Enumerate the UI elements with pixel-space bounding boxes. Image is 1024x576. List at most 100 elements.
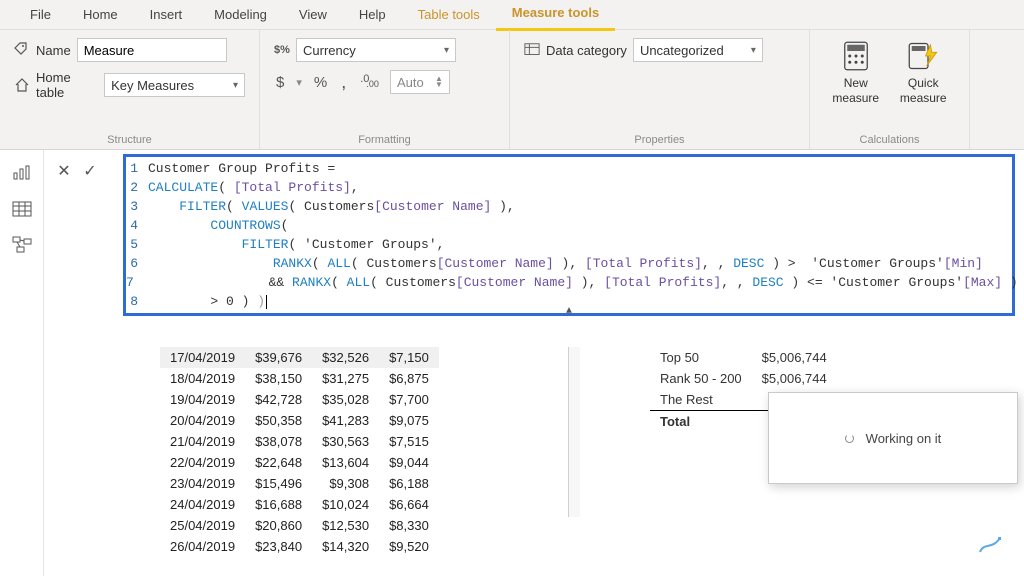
cell: $7,150	[379, 347, 439, 368]
code-line[interactable]: 4 COUNTROWS(	[126, 216, 1012, 235]
cell: 19/04/2019	[160, 389, 245, 410]
formula-editor[interactable]: 1Customer Group Profits =2CALCULATE( [To…	[124, 155, 1014, 315]
thousands-separator-button[interactable]: ,	[339, 72, 348, 93]
cell: 23/04/2019	[160, 473, 245, 494]
table-row[interactable]: 24/04/2019$16,688$10,024$6,664	[160, 494, 439, 515]
help-floater-icon[interactable]	[978, 536, 1002, 560]
report-view-button[interactable]	[8, 162, 36, 184]
cell: $6,188	[379, 473, 439, 494]
table-row[interactable]: 26/04/2019$23,840$14,320$9,520	[160, 536, 439, 557]
table-row[interactable]: 21/04/2019$38,078$30,563$7,515	[160, 431, 439, 452]
structure-group-label: Structure	[14, 130, 245, 149]
cell: 21/04/2019	[160, 431, 245, 452]
cell: $23,840	[245, 536, 312, 557]
cell: $9,044	[379, 452, 439, 473]
cell: Total	[650, 411, 752, 433]
spinner-icon	[845, 434, 854, 443]
loading-tooltip: Working on it	[768, 392, 1018, 484]
tab-file[interactable]: File	[14, 0, 67, 30]
ribbon-group-calculations: New measure Quick measure Calculations	[810, 30, 970, 149]
table-row[interactable]: Top 50$5,006,744	[650, 347, 837, 368]
home-icon	[14, 77, 30, 93]
properties-group-label: Properties	[524, 130, 795, 149]
code-line[interactable]: 2CALCULATE( [Total Profits],	[126, 178, 1012, 197]
name-input[interactable]	[77, 38, 227, 62]
cancel-formula-button[interactable]: ✕	[54, 161, 74, 181]
data-category-label: Data category	[546, 43, 627, 58]
new-measure-button[interactable]: New measure	[824, 38, 888, 106]
table-row[interactable]: 23/04/2019$15,496$9,308$6,188	[160, 473, 439, 494]
cell: $14,320	[312, 536, 379, 557]
cell: $9,520	[379, 536, 439, 557]
format-dropdown[interactable]: Currency ▾	[296, 38, 456, 62]
cell: 24/04/2019	[160, 494, 245, 515]
tab-insert[interactable]: Insert	[134, 0, 199, 30]
table-row[interactable]: 18/04/2019$38,150$31,275$6,875	[160, 368, 439, 389]
cell: $38,078	[245, 431, 312, 452]
tab-measure-tools[interactable]: Measure tools	[496, 0, 615, 31]
cell: $22,648	[245, 452, 312, 473]
decimal-button[interactable]: .0.00	[358, 76, 384, 88]
cell: $35,028	[312, 389, 379, 410]
loading-text: Working on it	[866, 431, 942, 446]
view-rail	[0, 150, 44, 576]
cell: $50,358	[245, 410, 312, 431]
cell: $12,530	[312, 515, 379, 536]
visual-divider	[568, 347, 580, 517]
cell: Rank 50 - 200	[650, 368, 752, 389]
home-table-value: Key Measures	[111, 78, 194, 93]
tab-modeling[interactable]: Modeling	[198, 0, 283, 30]
stepper-down-icon[interactable]: ▼	[435, 82, 443, 88]
cell: $5,006,744	[752, 368, 837, 389]
code-line[interactable]: 7 && RANKX( ALL( Customers[Customer Name…	[126, 273, 1012, 292]
cell: $39,676	[245, 347, 312, 368]
ribbon-group-formatting: $% Currency ▾ $ ▾ % , .0.00 Auto	[260, 30, 510, 149]
cell: The Rest	[650, 389, 752, 411]
calculator-icon	[840, 40, 872, 72]
chevron-down-icon: ▾	[444, 45, 449, 56]
code-line[interactable]: 3 FILTER( VALUES( Customers[Customer Nam…	[126, 197, 1012, 216]
cell: 25/04/2019	[160, 515, 245, 536]
chevron-down-icon: ▾	[296, 76, 302, 89]
resize-grip-icon[interactable]: ▲	[566, 302, 572, 321]
cell: $41,283	[312, 410, 379, 431]
tab-home[interactable]: Home	[67, 0, 134, 30]
cell: $7,515	[379, 431, 439, 452]
calculator-lightning-icon	[907, 40, 939, 72]
decimal-places-input[interactable]: Auto ▲ ▼	[390, 70, 450, 94]
table-row[interactable]: 19/04/2019$42,728$35,028$7,700	[160, 389, 439, 410]
code-line[interactable]: 1Customer Group Profits =	[126, 159, 1012, 178]
commit-formula-button[interactable]: ✓	[80, 161, 100, 181]
cell: 18/04/2019	[160, 368, 245, 389]
cell: $9,308	[312, 473, 379, 494]
tab-table-tools[interactable]: Table tools	[402, 0, 496, 30]
cell: $6,664	[379, 494, 439, 515]
ribbon-tabs: File Home Insert Modeling View Help Tabl…	[0, 0, 1024, 30]
table-row[interactable]: Rank 50 - 200$5,006,744	[650, 368, 837, 389]
table-row[interactable]: 17/04/2019$39,676$32,526$7,150	[160, 347, 439, 368]
quick-measure-button[interactable]: Quick measure	[892, 38, 956, 106]
cell: 22/04/2019	[160, 452, 245, 473]
table-row[interactable]: 22/04/2019$22,648$13,604$9,044	[160, 452, 439, 473]
format-value: Currency	[303, 43, 356, 58]
chevron-down-icon: ▾	[751, 45, 756, 56]
ribbon-group-structure: Name Home table Key Measures ▾ Structure	[0, 30, 260, 149]
model-view-button[interactable]	[8, 234, 36, 256]
cell: $32,526	[312, 347, 379, 368]
code-line[interactable]: 5 FILTER( 'Customer Groups',	[126, 235, 1012, 254]
table-row[interactable]: 25/04/2019$20,860$12,530$8,330	[160, 515, 439, 536]
table-row[interactable]: 20/04/2019$50,358$41,283$9,075	[160, 410, 439, 431]
data-category-dropdown[interactable]: Uncategorized ▾	[633, 38, 763, 62]
code-line[interactable]: 6 RANKX( ALL( Customers[Customer Name] )…	[126, 254, 1012, 273]
tab-help[interactable]: Help	[343, 0, 402, 30]
ribbon-group-properties: Data category Uncategorized ▾ Properties	[510, 30, 810, 149]
cell: $31,275	[312, 368, 379, 389]
calculations-group-label: Calculations	[824, 130, 955, 149]
currency-symbol-button[interactable]: $	[274, 74, 286, 91]
data-view-button[interactable]	[8, 198, 36, 220]
cell: $38,150	[245, 368, 312, 389]
home-table-dropdown[interactable]: Key Measures ▾	[104, 73, 245, 97]
percent-button[interactable]: %	[312, 74, 329, 91]
tab-view[interactable]: View	[283, 0, 343, 30]
cell: 26/04/2019	[160, 536, 245, 557]
